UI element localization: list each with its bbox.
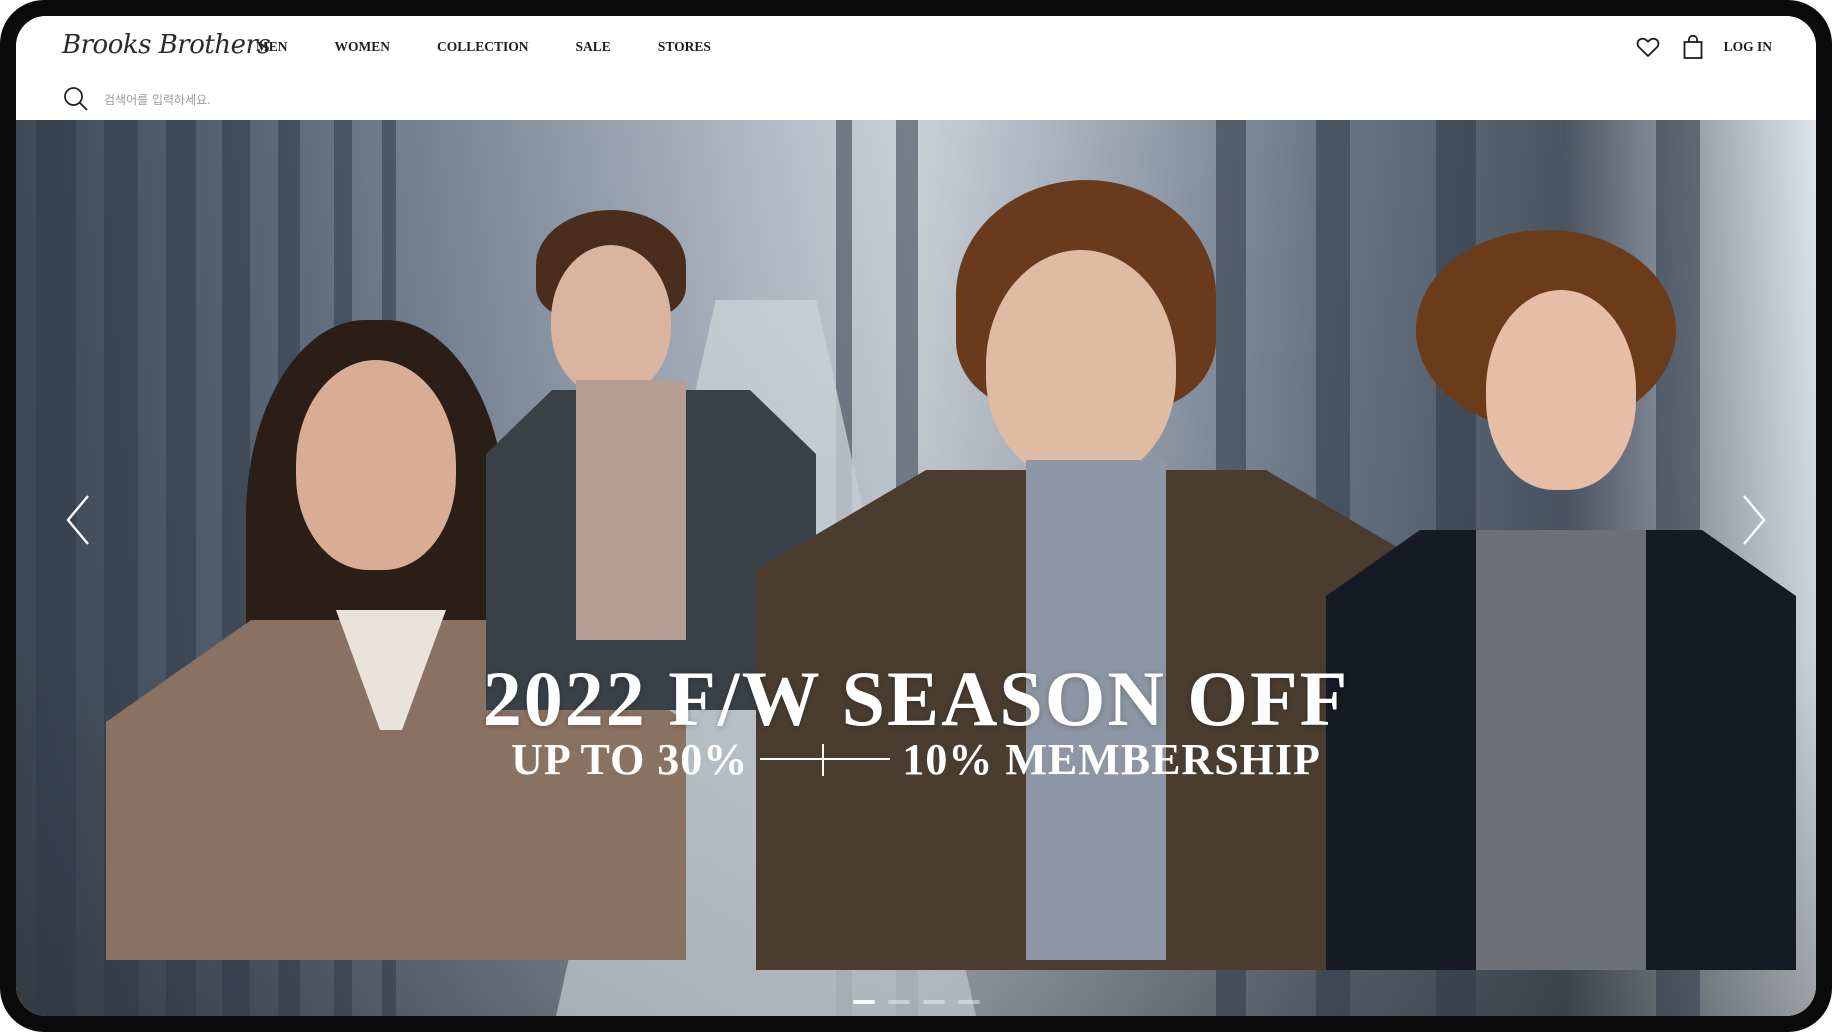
model-face — [986, 250, 1176, 480]
hero-headline: 2022 F/W SEASON OFF — [482, 655, 1350, 742]
nav-sale[interactable]: SALE — [576, 39, 611, 55]
nav-women[interactable]: WOMEN — [335, 39, 391, 55]
bridge-pillar — [36, 120, 76, 1016]
device-frame: Brooks Brothers MEN WOMEN COLLECTION SAL… — [0, 0, 1832, 1032]
carousel-dot[interactable] — [922, 1000, 945, 1004]
carousel-pagination — [16, 1000, 1816, 1004]
browser-screen: Brooks Brothers MEN WOMEN COLLECTION SAL… — [16, 16, 1816, 1016]
header-actions: LOG IN — [1634, 33, 1772, 61]
nav-men[interactable]: MEN — [256, 39, 288, 55]
hero-divider — [760, 740, 891, 780]
heart-icon[interactable] — [1634, 33, 1662, 61]
hero-sub-right: 10% MEMBERSHIP — [902, 735, 1321, 784]
main-nav: MEN WOMEN COLLECTION SALE STORES — [256, 39, 758, 55]
chevron-right-icon[interactable] — [1736, 490, 1770, 550]
brand-logo[interactable]: Brooks Brothers — [62, 30, 271, 60]
login-link[interactable]: LOG IN — [1724, 39, 1772, 55]
model-face — [551, 245, 671, 395]
model-man-right — [1326, 230, 1796, 970]
model-face — [296, 360, 456, 570]
hero-banner: 2022 F/W SEASON OFF UP TO 30% 10% MEMBER… — [16, 120, 1816, 1016]
shopping-bag-icon[interactable] — [1679, 33, 1707, 61]
chevron-left-icon[interactable] — [62, 490, 96, 550]
hero-sub-left: UP TO 30% — [511, 735, 749, 784]
nav-collection[interactable]: COLLECTION — [437, 39, 529, 55]
search-bar — [16, 78, 1816, 121]
nav-stores[interactable]: STORES — [658, 39, 711, 55]
model-face — [1486, 290, 1636, 490]
carousel-dot[interactable] — [957, 1000, 980, 1004]
search-icon[interactable] — [62, 85, 90, 113]
site-header: Brooks Brothers MEN WOMEN COLLECTION SAL… — [16, 16, 1816, 80]
search-input[interactable] — [102, 86, 706, 114]
carousel-dot[interactable] — [852, 1000, 875, 1004]
model-sweater — [576, 380, 686, 640]
hero-subline: UP TO 30% 10% MEMBERSHIP — [16, 734, 1816, 785]
carousel-dot[interactable] — [887, 1000, 910, 1004]
